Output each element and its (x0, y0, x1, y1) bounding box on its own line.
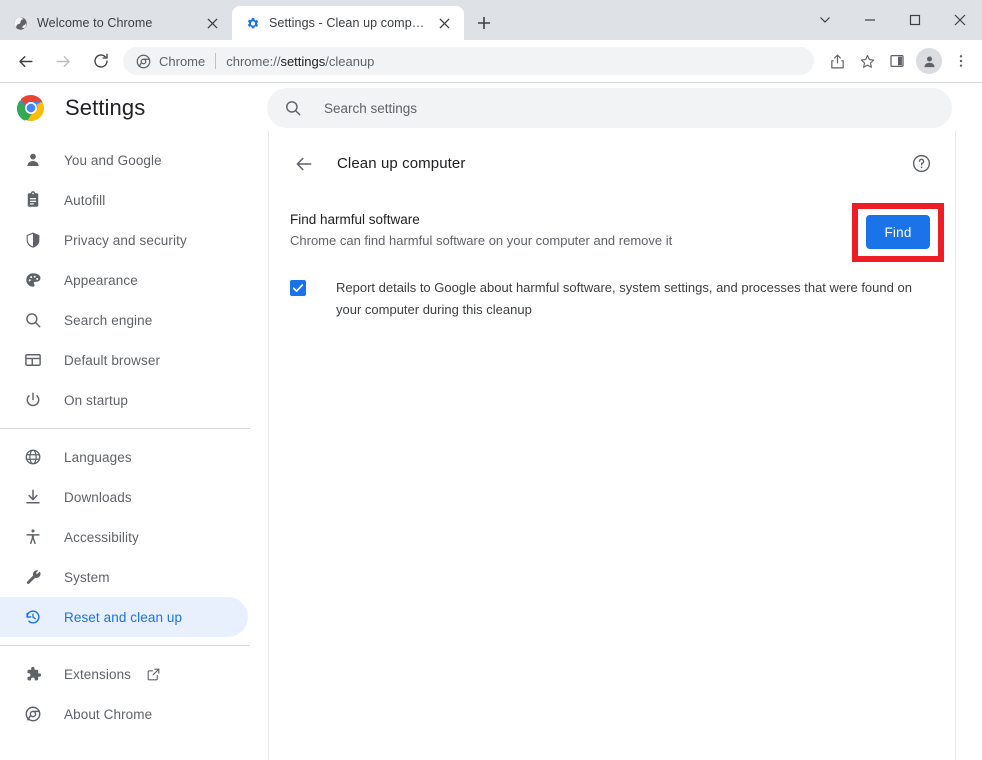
history-restore-icon (23, 607, 43, 627)
chrome-logo (16, 94, 45, 122)
sidebar-divider (0, 428, 250, 429)
url-path: /cleanup (325, 53, 375, 69)
maximize-button[interactable] (892, 0, 937, 40)
sidebar-item-default-browser[interactable]: Default browser (0, 340, 248, 380)
settings-sidebar: You and Google Autofill Privacy and secu… (0, 131, 268, 760)
chrome-browser-window: Welcome to Chrome Settings - Clean up co… (0, 0, 982, 760)
person-icon (23, 150, 43, 170)
tab-settings-clean-up-computer[interactable]: Settings - Clean up computer (232, 6, 464, 40)
profile-avatar[interactable] (916, 48, 942, 74)
settings-content-panel: Clean up computer Find harmful software … (268, 131, 956, 760)
toolbar-actions (822, 46, 982, 76)
sidebar-item-autofill[interactable]: Autofill (0, 180, 248, 220)
globe-icon (23, 447, 43, 467)
accessibility-icon (23, 527, 43, 547)
share-icon[interactable] (822, 46, 852, 76)
reload-icon[interactable] (85, 45, 117, 77)
sidebar-item-you-and-google[interactable]: You and Google (0, 140, 248, 180)
find-harmful-software-subtitle: Chrome can find harmful software on your… (290, 233, 673, 248)
palette-icon (23, 270, 43, 290)
report-details-checkbox[interactable] (290, 280, 306, 296)
sidebar-item-accessibility[interactable]: Accessibility (0, 517, 248, 557)
sidebar-item-label: Accessibility (64, 529, 139, 545)
wrench-icon (23, 567, 43, 587)
sidebar-item-label: Autofill (64, 192, 106, 208)
sidebar-item-label: System (64, 569, 110, 585)
omnibox-divider (215, 53, 217, 69)
tab-title: Settings - Clean up computer (269, 16, 428, 30)
tab-title: Welcome to Chrome (37, 16, 153, 30)
content-header: Clean up computer (269, 131, 956, 196)
close-icon[interactable] (202, 13, 222, 33)
tab-welcome-to-chrome[interactable]: Welcome to Chrome (0, 6, 232, 40)
search-icon (23, 310, 43, 330)
find-harmful-software-texts: Find harmful software Chrome can find ha… (290, 210, 934, 251)
new-tab-button[interactable] (470, 9, 498, 37)
search-settings-box[interactable]: Search settings (267, 88, 952, 128)
back-arrow-icon[interactable] (289, 149, 319, 179)
globe-icon (12, 15, 28, 31)
sidebar-item-downloads[interactable]: Downloads (0, 477, 248, 517)
external-link-icon (145, 666, 161, 682)
sidebar-item-privacy-and-security[interactable]: Privacy and security (0, 220, 248, 260)
sidebar-item-label: Languages (64, 449, 132, 465)
sidebar-item-label: About Chrome (64, 706, 153, 722)
page-title: Settings (65, 94, 146, 120)
sidebar-item-label: Extensions (64, 666, 132, 682)
content-page-title: Clean up computer (337, 155, 466, 172)
omnibox-chip-label: Chrome (159, 53, 206, 69)
sidebar-item-system[interactable]: System (0, 557, 248, 597)
tab-strip: Welcome to Chrome Settings - Clean up co… (0, 0, 982, 40)
close-window-button[interactable] (937, 0, 982, 40)
report-details-label: Report details to Google about harmful s… (336, 280, 912, 317)
sidebar-item-label: Privacy and security (64, 232, 187, 248)
browser-toolbar: Chrome chrome://settings/cleanup (0, 40, 982, 83)
back-arrow-icon[interactable] (9, 45, 41, 77)
sidebar-item-on-startup[interactable]: On startup (0, 380, 248, 420)
help-circle-icon[interactable] (908, 151, 934, 177)
sidebar-divider (0, 645, 250, 646)
shield-icon (23, 230, 43, 250)
search-icon (283, 98, 303, 118)
sidebar-item-label: On startup (64, 392, 129, 408)
window-controls (802, 0, 982, 40)
download-icon (23, 487, 43, 507)
sidebar-item-label: You and Google (64, 152, 162, 168)
sidebar-item-about-chrome[interactable]: About Chrome (0, 694, 248, 734)
side-panel-icon[interactable] (882, 46, 912, 76)
clipboard-icon (23, 190, 43, 210)
forward-arrow-icon[interactable] (47, 45, 79, 77)
search-input[interactable]: Search settings (324, 101, 417, 116)
find-harmful-software-title: Find harmful software (290, 212, 420, 227)
url-host: settings (280, 53, 326, 69)
sidebar-item-label: Reset and clean up (64, 609, 183, 625)
minimize-button[interactable] (847, 0, 892, 40)
sidebar-item-extensions[interactable]: Extensions (0, 654, 248, 694)
sidebar-item-reset-and-clean-up[interactable]: Reset and clean up (0, 597, 248, 637)
chrome-icon (135, 53, 151, 69)
gear-icon (244, 15, 260, 31)
three-dot-menu-icon[interactable] (946, 46, 976, 76)
sidebar-item-label: Default browser (64, 352, 161, 368)
scrollbar-gutter[interactable] (956, 131, 982, 760)
bookmark-star-icon[interactable] (852, 46, 882, 76)
sidebar-item-label: Search engine (64, 312, 153, 328)
url-prefix: chrome:// (226, 53, 281, 69)
find-button[interactable]: Find (866, 215, 930, 249)
close-icon[interactable] (434, 13, 454, 33)
address-bar[interactable]: Chrome chrome://settings/cleanup (123, 47, 814, 75)
browser-window-icon (23, 350, 43, 370)
power-icon (23, 390, 43, 410)
sidebar-item-label: Appearance (64, 272, 138, 288)
tab-search-button[interactable] (802, 0, 847, 40)
chrome-outline-icon (23, 704, 43, 724)
puzzle-icon (23, 664, 43, 684)
omnibox-url: chrome://settings/cleanup (226, 54, 374, 69)
sidebar-item-label: Downloads (64, 489, 132, 505)
sidebar-item-appearance[interactable]: Appearance (0, 260, 248, 300)
sidebar-item-search-engine[interactable]: Search engine (0, 300, 248, 340)
sidebar-item-languages[interactable]: Languages (0, 437, 248, 477)
